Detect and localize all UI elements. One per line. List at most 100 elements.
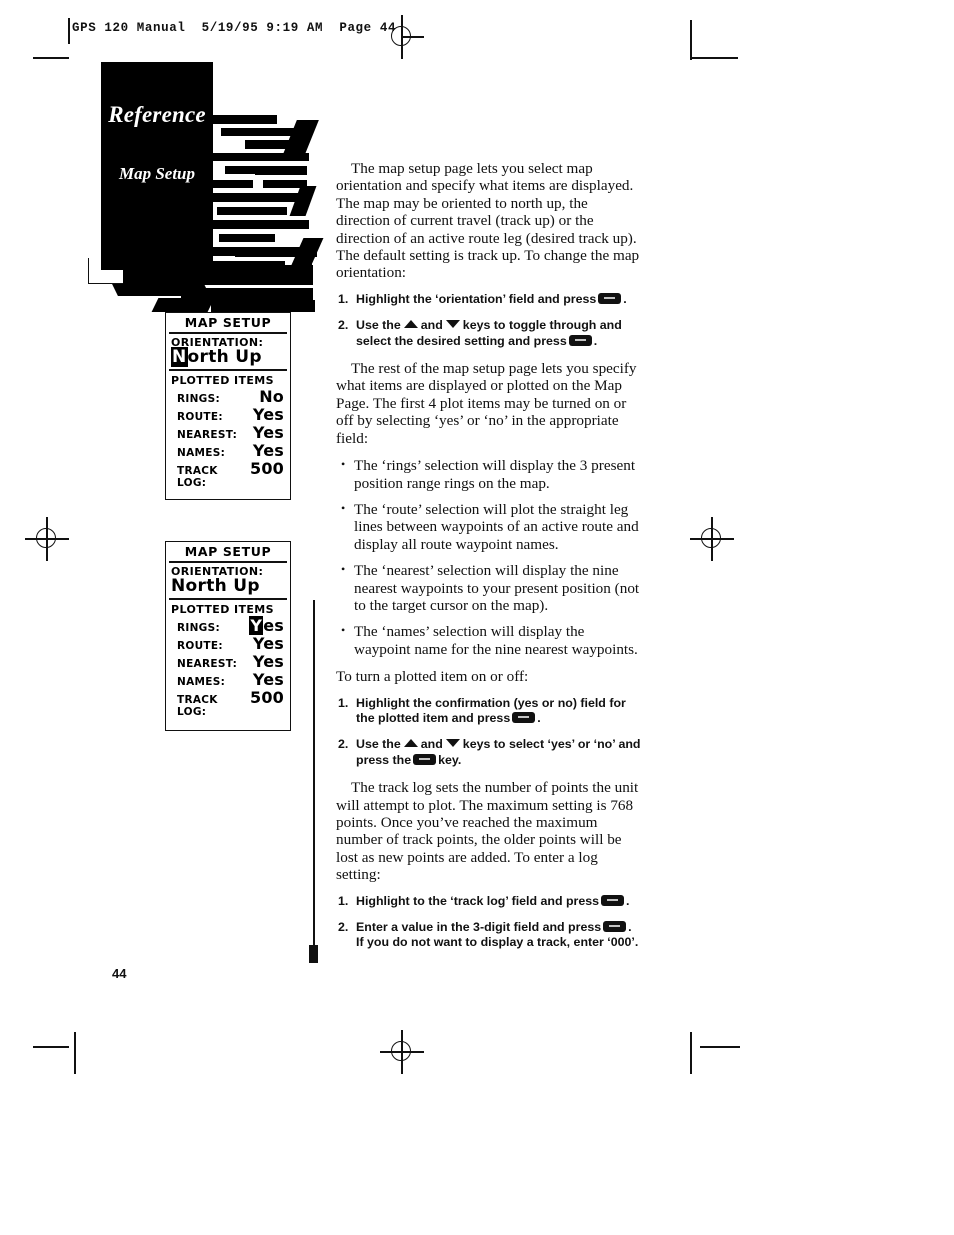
step-orientation-1: 1. Highlight the ‘orientation’ field and… [336,292,642,307]
bullet-rings: The ‘rings’ selection will display the 3… [336,456,642,492]
step-track-log-2: 2. Enter a value in the 3-digit field an… [336,920,642,951]
registration-mark-left [25,517,69,561]
row-key: ROUTE: [177,410,223,423]
step-text: Enter a value in the 3-digit field and p… [356,920,602,935]
screen1-orientation-value-rest: orth Up [187,347,262,368]
paragraph-plotted-items: The rest of the map setup page lets you … [336,360,637,447]
screen1-row-rings[interactable]: RINGS: No [166,388,290,406]
screen2-row-track-log[interactable]: TRACK LOG: 500 [166,689,290,719]
film-header-text: GPS 120 Manual 5/19/95 9:19 AM Page 44 [72,21,397,35]
step-number: 1. [338,695,349,710]
row-key: NAMES: [177,446,226,459]
step-number: 2. [338,920,349,935]
gutter-rule [313,600,315,945]
step-track-log-1: 1. Highlight to the ‘track log’ field an… [336,894,642,909]
registration-mark-top [380,15,424,59]
row-value: Yes [252,404,284,424]
row-key: NEAREST: [177,428,238,441]
step-text-mid: and [420,318,443,333]
row-key: NAMES: [177,675,226,688]
enter-key-icon [512,711,536,723]
step-text: Use the [356,737,401,752]
enter-key-icon [601,894,625,906]
row-value: 500 [250,458,284,478]
screen2-rings-cursor: Y [249,615,264,635]
paragraph-turn-on-off: To turn a plotted item on or off: [336,668,529,686]
row-value: Yes [252,669,284,689]
gutter-tick-mark [309,945,318,963]
bullet-names: The ‘names’ selection will display the w… [336,622,642,658]
row-value: Yes [249,615,284,635]
step-text-tail: . [623,291,627,306]
paragraph-track-log: The track log sets the number of points … [336,779,639,884]
step-number: 1. [338,893,349,908]
crop-line-bottom-left [74,1032,76,1074]
arrow-up-icon [403,739,418,748]
film-header-rule-left [33,57,69,59]
step-text: Use the [356,318,401,333]
step-text-mid: and [420,737,443,752]
screen2-row-rings[interactable]: RINGS: Yes [166,615,290,635]
screen2-orientation-value-rest: North Up [171,576,260,597]
crop-line-top-right [690,20,692,60]
registration-mark-right [690,517,734,561]
step-number: 2. [338,737,349,752]
row-value: 500 [250,687,284,707]
gps-screen-map-setup-1: MAP SETUP ORIENTATION: North Up PLOTTED … [165,312,291,500]
screen1-orientation-cursor: N [171,347,188,368]
screen1-row-names[interactable]: NAMES: Yes [166,442,290,460]
step-text-tail: . [593,333,598,348]
steps-orientation: 1. Highlight the ‘orientation’ field and… [336,292,642,349]
screen2-orientation-value[interactable]: North Up [166,576,290,598]
screen1-row-route[interactable]: ROUTE: Yes [166,406,290,424]
screen2-section-label: PLOTTED ITEMS [171,602,274,616]
step-orientation-2: 2. Use the and keys to toggle through and … [336,318,642,349]
row-key: TRACK LOG: [177,693,218,718]
screen2-header: MAP SETUP [184,544,272,559]
paragraph-intro: The map setup page lets you select map o… [336,160,640,282]
row-value: Yes [252,422,284,442]
step-text-tail: key. [438,752,462,767]
step-text: Highlight the ‘orientation’ field and pr… [356,291,597,306]
arrow-up-icon [403,320,418,329]
steps-plotted-item: 1. Highlight the confirmation (yes or no… [336,696,642,769]
row-key: ROUTE: [177,639,223,652]
row-value: Yes [252,633,284,653]
row-key: TRACK LOG: [177,464,218,489]
step-plotted-1: 1. Highlight the confirmation (yes or no… [336,696,642,727]
enter-key-icon [413,753,437,765]
arrow-down-icon [445,739,460,748]
enter-key-icon [568,334,592,346]
step-plotted-2: 2. Use the and keys to select ‘yes’ or ‘no… [336,737,642,768]
screen2-row-nearest[interactable]: NEAREST: Yes [166,653,290,671]
step-text-tail: . [626,893,630,908]
screen1-header: MAP SETUP [184,315,272,330]
row-key: RINGS: [177,621,220,634]
crop-dash-bottom-right [700,1046,740,1048]
row-value: Yes [252,651,284,671]
gps-screen-map-setup-2: MAP SETUP ORIENTATION: North Up PLOTTED … [165,541,291,731]
registration-mark-bottom [380,1030,424,1074]
steps-track-log: 1. Highlight to the ‘track log’ field an… [336,894,642,951]
film-edge-bar [68,18,70,44]
row-value: No [259,386,284,406]
bullet-route: The ‘route’ selection will plot the stra… [336,500,642,553]
crop-dash-bottom-left [33,1046,69,1048]
row-key: RINGS: [177,392,220,405]
film-header-rule-right [690,57,738,59]
enter-key-icon [603,921,627,933]
screen2-row-names[interactable]: NAMES: Yes [166,671,290,689]
screen1-row-nearest[interactable]: NEAREST: Yes [166,424,290,442]
body-text-column: The map setup page lets you select map o… [336,160,642,962]
bullet-nearest: The ‘nearest’ selection will display the… [336,561,642,614]
row-value: Yes [252,440,284,460]
crop-line-bottom-right [690,1032,692,1074]
screen2-row-route[interactable]: ROUTE: Yes [166,635,290,653]
screen1-orientation-value[interactable]: North Up [166,347,290,369]
bullet-list-selections: The ‘rings’ selection will display the 3… [336,456,642,658]
screen1-row-track-log[interactable]: TRACK LOG: 500 [166,460,290,490]
step-text: Highlight to the ‘track log’ field and p… [356,893,600,908]
row-key: NEAREST: [177,657,238,670]
arrow-down-icon [445,320,460,329]
step-number: 2. [338,318,349,333]
